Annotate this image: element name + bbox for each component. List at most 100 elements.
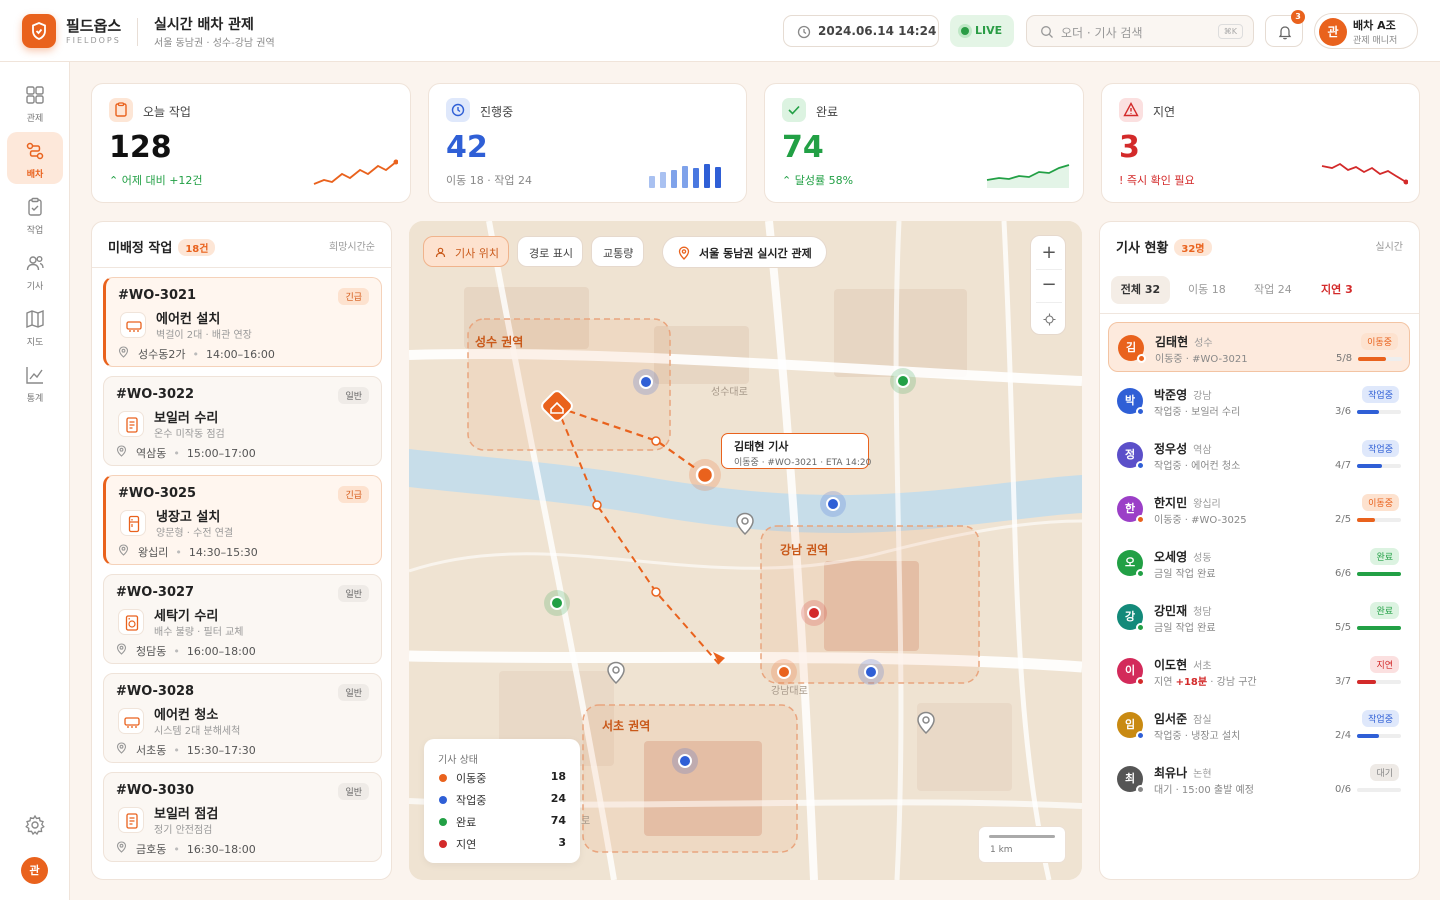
driver-marker[interactable] [633,369,659,395]
job-time: 16:00–18:00 [186,645,256,658]
driver-name-area: 박준영 강남 [1154,386,1212,403]
job-location-time: 청담동 • 16:00–18:00 [136,643,256,659]
dispatch-map[interactable]: 성수 권역 강남 권역 서초 권역 성수대로 강남대로 로 김태현 기사 이동중… [409,221,1082,880]
toggle-route[interactable]: 경로 표시 [517,236,583,267]
filter-tab-working[interactable]: 작업 24 [1254,276,1292,304]
driver-row[interactable]: 이 이도현 서초 지연 +18분 · 강남 구간 지연 3/7 [1108,646,1410,696]
toggle-traffic[interactable]: 교통량 [591,236,644,267]
job-card[interactable]: #WO-3021 긴급 에어컨 설치 벽걸이 2대 · 배관 연장 성수동2가 • 14:0… [103,277,382,367]
road-label: 로 [581,816,591,827]
location-pin-icon[interactable] [916,711,936,738]
job-progress-count: 2/5 [1335,514,1352,525]
app-logo[interactable] [22,14,56,48]
driver-row[interactable]: 오 오세영 성동 금일 작업 완료 완료 6/6 [1108,538,1410,588]
driver-status: 금일 작업 완료 [1154,619,1216,634]
sidebar-item-dispatch[interactable]: 배차 [7,132,63,184]
location-pin-icon [118,544,129,559]
driver-marker[interactable] [890,368,916,394]
check-icon [782,98,806,122]
legend-label: 완료 [456,816,477,829]
marker-dot [678,754,692,768]
sort-label[interactable]: 희망시간순 [329,238,375,253]
driver-name-area: 정우성 역삼 [1154,440,1212,457]
job-location: 금호동 [136,843,167,856]
road-label: 성수대로 [711,387,748,398]
driver-row[interactable]: 김 김태현 성수 이동중 · #WO-3021 이동중 5/8 [1108,322,1410,372]
gear-icon[interactable] [24,814,46,836]
sidebar-item-stats[interactable]: 통계 [7,356,63,408]
stat-card-progress[interactable]: 진행중 42 이동 18 · 작업 24 [428,83,747,203]
driver-area: 성수 [1194,338,1213,349]
progress-bar [1357,410,1401,414]
sidebar-item-monitor[interactable]: 관제 [7,76,63,128]
button-label: 경로 표시 [529,247,573,260]
location-pin-icon[interactable] [606,661,626,688]
driver-row[interactable]: 최 최유나 논현 대기 · 15:00 출발 예정 대기 0/6 [1108,754,1410,804]
job-location-time: 서초동 • 15:30–17:30 [136,742,256,758]
sidebar-avatar[interactable]: 관 [21,857,48,884]
boiler-icon [118,411,144,437]
driver-area: 성동 [1193,553,1212,564]
notification-count: 3 [1291,10,1305,24]
legend-label: 지연 [456,838,477,851]
driver-area: 서초 [1193,661,1212,672]
driver-marker[interactable] [771,659,797,685]
marker-dot [864,665,878,679]
clock-icon [797,25,811,39]
progress-fill [1357,572,1401,576]
driver-marker[interactable] [672,748,698,774]
datetime-display[interactable]: 2024.06.14 14:24 [783,15,939,47]
driver-row[interactable]: 임 임서준 잠실 작업중 · 냉장고 설치 작업중 2/4 [1108,700,1410,750]
driver-marker[interactable] [820,491,846,517]
sidebar-item-map[interactable]: 지도 [7,300,63,352]
status-dot [1137,354,1146,363]
callout-name: 김태현 기사 [734,440,789,453]
scale-label: 1 km [990,845,1013,855]
priority-tag: 일반 [338,684,369,701]
search-input[interactable]: 오더 · 기사 검색 ⌘K [1026,15,1254,47]
driver-marker[interactable] [801,600,827,626]
filter-tab-moving[interactable]: 이동 18 [1188,276,1226,304]
location-pin-icon[interactable] [735,512,755,539]
driver-row[interactable]: 강 강민재 청담 금일 작업 완료 완료 5/5 [1108,592,1410,642]
driver-name-area: 최유나 논현 [1154,764,1212,781]
crosshair-icon[interactable] [1043,313,1056,326]
toggle-driver-location[interactable]: 기사 위치 [423,236,509,267]
user-menu[interactable]: 관 배차 A조 관제 매니저 [1314,13,1418,49]
progress-fill [1357,626,1401,630]
filter-tab-delayed[interactable]: 지연 3 [1321,276,1353,304]
status-badge: 지연 [1370,656,1399,673]
job-time: 14:00–16:00 [205,348,275,361]
status-badge: 완료 [1370,602,1399,619]
progress-bar [1357,518,1401,522]
sidebar-item-drivers[interactable]: 기사 [7,244,63,296]
aircon-icon [118,708,144,734]
stat-card-delay[interactable]: 지연 3 ! 즉시 확인 필요 [1101,83,1420,203]
job-card[interactable]: #WO-3028 일반 에어컨 청소 시스템 2대 분해세척 서초동 • 15:30–17:… [103,673,382,763]
driver-marker[interactable] [544,590,570,616]
job-card[interactable]: #WO-3022 일반 보일러 수리 온수 미작동 점검 역삼동 • 15:00–17:00 [103,376,382,466]
job-location: 역삼동 [136,447,167,460]
filter-tab-all[interactable]: 전체 32 [1111,276,1170,304]
sidebar-item-jobs[interactable]: 작업 [7,188,63,240]
driver-marker[interactable] [858,659,884,685]
job-title: 보일러 점검 [154,807,219,822]
driver-row[interactable]: 정 정우성 역삼 작업중 · 에어컨 청소 작업중 4/7 [1108,430,1410,480]
driver-callout[interactable]: 김태현 기사 이동중 · #WO-3021 · ETA 14:20 [721,433,871,469]
zoom-out-button[interactable]: − [1031,269,1067,302]
map-region-chip[interactable]: 서울 동남권 실시간 관제 [662,236,827,268]
separator: • [173,645,180,658]
zoom-controls: + − [1030,235,1066,335]
job-card[interactable]: #WO-3025 긴급 냉장고 설치 양문형 · 수전 연결 왕십리 • 14:30–15:… [103,475,382,565]
zoom-in-button[interactable]: + [1031,236,1067,269]
separator: • [173,744,180,757]
stat-card-done[interactable]: 완료 74 ⌃ 달성률 58% [764,83,1084,203]
stat-value: 42 [446,130,488,165]
driver-row[interactable]: 박 박준영 강남 작업중 · 보일러 수리 작업중 3/6 [1108,376,1410,426]
driver-row[interactable]: 한 한지민 왕십리 이동중 · #WO-3025 이동중 2/5 [1108,484,1410,534]
driver-name-area: 오세영 성동 [1154,548,1212,565]
job-card[interactable]: #WO-3030 일반 보일러 점검 정기 안전점검 금호동 • 16:30–18:00 [103,772,382,862]
stat-card-today[interactable]: 오늘 작업 128 ⌃ 어제 대비 +12건 [91,83,411,203]
job-card[interactable]: #WO-3027 일반 세탁기 수리 배수 불량 · 필터 교체 청담동 • 16:00–1… [103,574,382,664]
progress-fill [1357,680,1376,684]
